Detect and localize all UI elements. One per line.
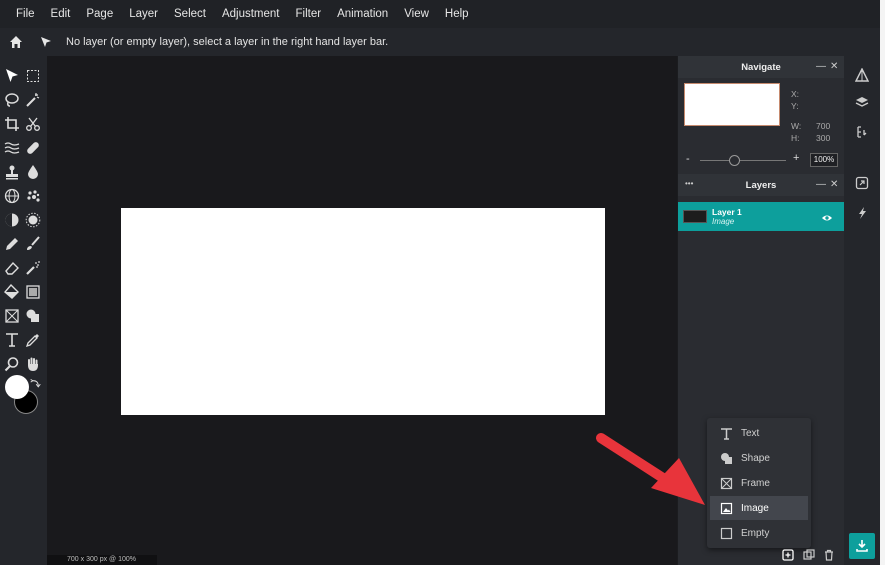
image-icon	[718, 500, 734, 516]
dodge-icon[interactable]	[2, 210, 22, 230]
eye-icon[interactable]	[821, 211, 833, 223]
add-frame-layer[interactable]: Frame	[710, 471, 808, 495]
magic-wand-icon[interactable]	[23, 90, 43, 110]
add-image-layer[interactable]: Image	[710, 496, 808, 520]
blur-drop-icon[interactable]	[23, 162, 43, 182]
menu-item-label: Text	[741, 427, 760, 439]
menu-filter[interactable]: Filter	[288, 8, 330, 20]
trash-icon[interactable]	[822, 548, 836, 562]
zoom-out-button[interactable]: -	[686, 153, 690, 165]
gradient-icon[interactable]	[23, 282, 43, 302]
workspace	[47, 56, 677, 565]
eraser-icon[interactable]	[2, 258, 22, 278]
text-icon	[718, 425, 734, 441]
add-layer-icon[interactable]	[781, 548, 795, 562]
options-bar: No layer (or empty layer), select a laye…	[0, 28, 880, 56]
menu-page[interactable]: Page	[78, 8, 121, 20]
crop-icon[interactable]	[2, 114, 22, 134]
status-bar: 700 x 300 px @ 100%	[47, 555, 157, 565]
burn-icon[interactable]	[23, 210, 43, 230]
menu-view[interactable]: View	[396, 8, 437, 20]
nav-x-label: X:	[791, 89, 800, 99]
hand-icon[interactable]	[23, 354, 43, 374]
brush-icon[interactable]	[23, 234, 43, 254]
eyedropper-icon[interactable]	[23, 330, 43, 350]
layers-header: ••• Layers — ✕	[678, 174, 844, 196]
photo-editor-app: File Edit Page Layer Select Adjustment F…	[0, 0, 880, 565]
zoom-row: - + 100%	[678, 152, 844, 170]
home-icon[interactable]	[4, 30, 28, 54]
nav-h-value: 300	[816, 133, 831, 143]
menu-item-label: Shape	[741, 452, 770, 464]
shape-icon	[718, 450, 734, 466]
sponge-icon[interactable]	[23, 186, 43, 206]
menu-layer[interactable]: Layer	[121, 8, 166, 20]
layer-type: Image	[712, 217, 735, 226]
add-layer-menu: Text Shape Frame Image Empty	[707, 418, 811, 548]
minimize-icon[interactable]: —	[816, 179, 826, 190]
menu-select[interactable]: Select	[166, 8, 214, 20]
layer-row[interactable]: Layer 1 Image	[678, 202, 844, 231]
add-shape-layer[interactable]: Shape	[710, 446, 808, 470]
nav-w-value: 700	[816, 121, 831, 131]
text-tool-icon[interactable]	[2, 330, 22, 350]
menu-item-label: Empty	[741, 527, 770, 539]
swap-colors-icon[interactable]	[28, 376, 42, 390]
empty-icon	[718, 525, 734, 541]
zoom-value-input[interactable]: 100%	[810, 153, 838, 167]
lasso-icon[interactable]	[2, 90, 22, 110]
primary-color-swatch[interactable]	[5, 375, 29, 399]
adjust-triangle-icon[interactable]	[853, 66, 871, 84]
shape-tool-icon[interactable]	[23, 306, 43, 326]
spray-icon[interactable]	[23, 258, 43, 278]
menu-adjustment[interactable]: Adjustment	[214, 8, 288, 20]
select-arrow-icon[interactable]	[2, 66, 22, 86]
download-icon[interactable]	[849, 533, 875, 559]
menu-edit[interactable]: Edit	[43, 8, 79, 20]
scissors-icon[interactable]	[23, 114, 43, 134]
paint-bucket-icon[interactable]	[2, 282, 22, 302]
zoom-icon[interactable]	[2, 354, 22, 374]
bandage-icon[interactable]	[23, 138, 43, 158]
move-arrow-icon	[36, 32, 56, 52]
frame-tool-icon[interactable]	[2, 306, 22, 326]
navigator-thumbnail[interactable]	[684, 83, 780, 126]
layer-thumbnail	[683, 210, 707, 223]
add-text-layer[interactable]: Text	[710, 421, 808, 445]
layer-name: Layer 1	[712, 207, 742, 217]
image-canvas[interactable]	[121, 208, 605, 415]
duplicate-layer-icon[interactable]	[802, 548, 816, 562]
menu-bar: File Edit Page Layer Select Adjustment F…	[0, 0, 880, 28]
menu-item-label: Image	[741, 502, 769, 514]
zoom-in-button[interactable]: +	[793, 152, 799, 164]
resize-icon[interactable]	[853, 174, 871, 192]
navigate-header: Navigate — ✕	[678, 56, 844, 78]
red-arrow-annotation	[596, 433, 705, 505]
layers-stack-icon[interactable]	[853, 93, 871, 111]
effects-icon[interactable]	[853, 204, 871, 222]
nav-w-label: W:	[791, 121, 802, 131]
add-empty-layer[interactable]: Empty	[710, 521, 808, 545]
nav-y-label: Y:	[791, 101, 799, 111]
options-message: No layer (or empty layer), select a laye…	[66, 36, 389, 48]
menu-item-label: Frame	[741, 477, 770, 489]
zoom-slider-track[interactable]	[700, 160, 786, 161]
minimize-icon[interactable]: —	[816, 61, 826, 72]
pencil-icon[interactable]	[2, 234, 22, 254]
marquee-select-icon[interactable]	[23, 66, 43, 86]
right-icon-bar	[844, 56, 880, 565]
tools-toolbar	[0, 56, 47, 565]
menu-file[interactable]: File	[8, 8, 43, 20]
zoom-slider-handle[interactable]	[729, 155, 740, 166]
nav-h-label: H:	[791, 133, 800, 143]
menu-help[interactable]: Help	[437, 8, 477, 20]
menu-animation[interactable]: Animation	[329, 8, 396, 20]
liquify-icon[interactable]	[2, 138, 22, 158]
history-icon[interactable]	[853, 123, 871, 141]
clone-stamp-icon[interactable]	[2, 162, 22, 182]
globe-icon[interactable]	[2, 186, 22, 206]
frame-icon	[718, 475, 734, 491]
close-icon[interactable]: ✕	[830, 61, 838, 72]
close-icon[interactable]: ✕	[830, 179, 838, 190]
